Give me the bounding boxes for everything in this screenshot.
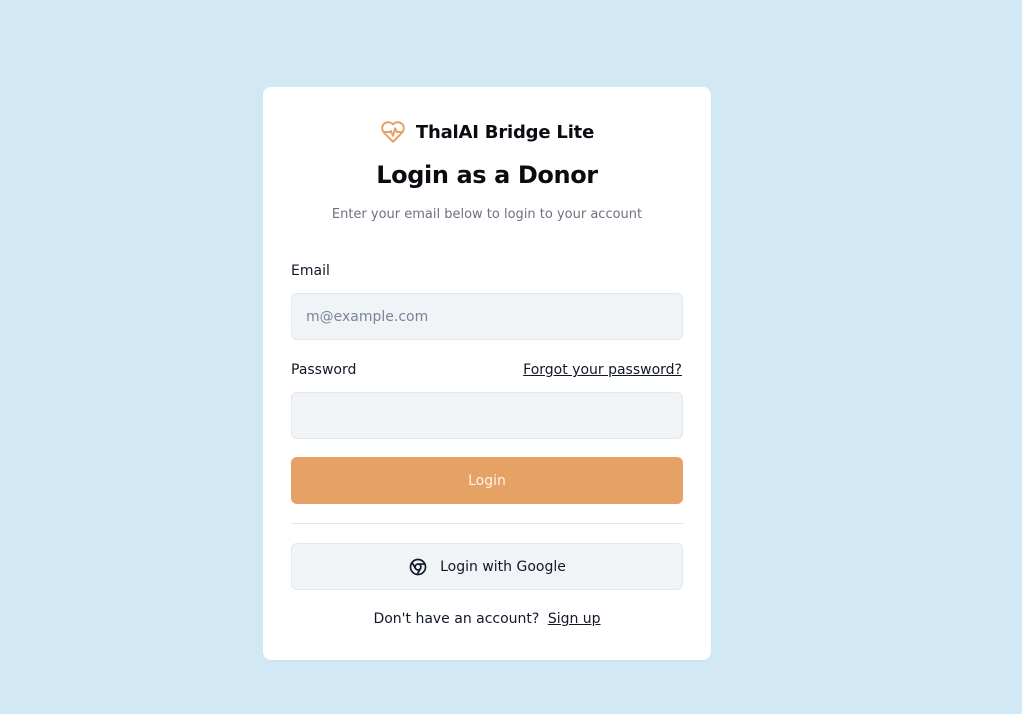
divider [291, 523, 683, 524]
signup-row: Don't have an account? Sign up [263, 611, 711, 627]
heart-pulse-icon [380, 119, 406, 145]
forgot-password-link[interactable]: Forgot your password? [523, 362, 682, 378]
signup-link[interactable]: Sign up [548, 611, 601, 627]
page-title: Login as a Donor [376, 161, 598, 189]
login-with-google-button[interactable]: Login with Google [291, 543, 683, 590]
password-field[interactable] [291, 392, 683, 439]
password-label: Password [291, 362, 357, 378]
email-label: Email [291, 263, 330, 279]
brand-header: ThalAI Bridge Lite [263, 119, 711, 145]
brand-name: ThalAI Bridge Lite [415, 121, 595, 143]
login-card: ThalAI Bridge Lite Login as a Donor Ente… [263, 87, 711, 660]
chrome-icon [408, 557, 428, 577]
page-subtitle: Enter your email below to login to your … [331, 207, 643, 222]
email-field[interactable] [291, 293, 683, 340]
login-button[interactable]: Login [291, 457, 683, 504]
google-button-label: Login with Google [440, 558, 566, 575]
signup-prompt: Don't have an account? [373, 611, 540, 627]
